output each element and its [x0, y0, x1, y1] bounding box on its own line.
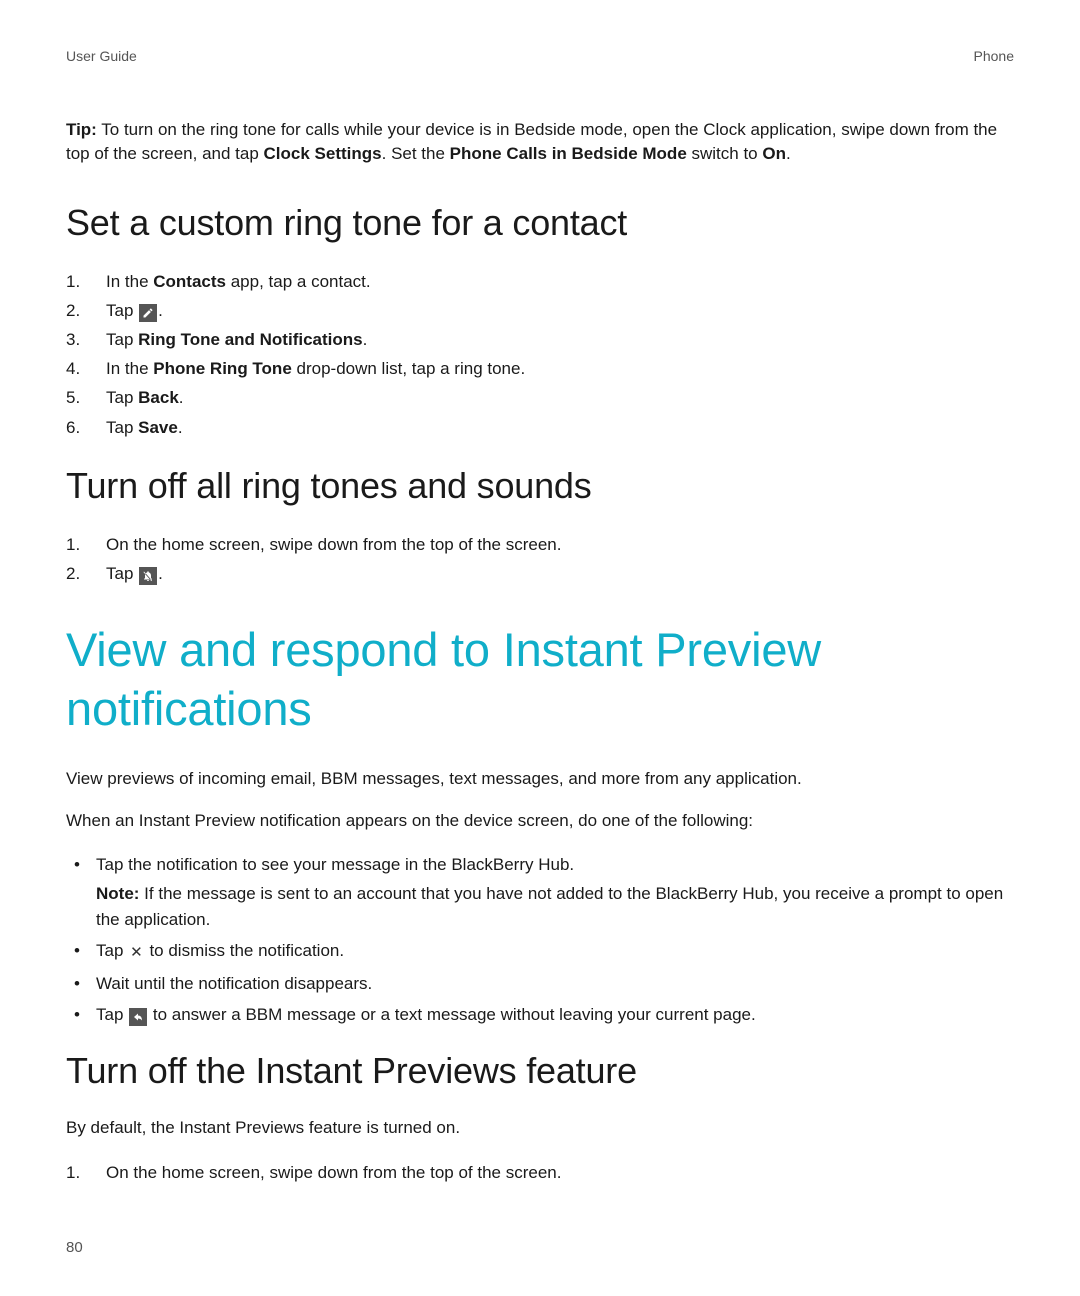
step-item: In the Phone Ring Tone drop-down list, t… [66, 355, 1014, 382]
tip-bold-3: On [762, 144, 786, 163]
section-heading-custom-ring-tone: Set a custom ring tone for a contact [66, 202, 1014, 244]
step-text: drop-down list, tap a ring tone. [292, 359, 525, 378]
steps-turn-off-sounds: On the home screen, swipe down from the … [66, 531, 1014, 587]
bullet-text: to answer a BBM message or a text messag… [148, 1005, 756, 1024]
step-item: On the home screen, swipe down from the … [66, 531, 1014, 558]
step-item: Tap . [66, 560, 1014, 587]
edit-icon [139, 304, 157, 322]
list-item: Tap ✕ to dismiss the notification. [66, 938, 1014, 965]
list-item: Tap the notification to see your message… [66, 852, 1014, 933]
bullet-text: Tap [96, 941, 128, 960]
step-bold: Ring Tone and Notifications [138, 330, 362, 349]
bullet-text: to dismiss the notification. [145, 941, 344, 960]
tip-paragraph: Tip: To turn on the ring tone for calls … [66, 118, 1014, 166]
bullet-text: Tap the notification to see your message… [96, 855, 574, 874]
step-item: In the Contacts app, tap a contact. [66, 268, 1014, 295]
list-item: Wait until the notification disappears. [66, 971, 1014, 997]
step-text: Tap [106, 388, 138, 407]
step-item: Tap Back. [66, 384, 1014, 411]
bullet-text: Tap [96, 1005, 128, 1024]
chapter-paragraph-1: View previews of incoming email, BBM mes… [66, 767, 1014, 792]
step-text: In the [106, 272, 153, 291]
step-text: Tap [106, 330, 138, 349]
step-bold: Back [138, 388, 179, 407]
step-text: . [178, 418, 183, 437]
steps-turn-off-instant-previews: On the home screen, swipe down from the … [66, 1159, 1014, 1186]
note-label: Note: [96, 884, 139, 903]
step-item: Tap Save. [66, 414, 1014, 441]
page-number: 80 [66, 1239, 83, 1256]
note-text: If the message is sent to an account tha… [96, 884, 1003, 929]
note-line: Note: If the message is sent to an accou… [96, 881, 1014, 932]
steps-custom-ring-tone: In the Contacts app, tap a contact. Tap … [66, 268, 1014, 441]
tip-bold-2: Phone Calls in Bedside Mode [450, 144, 687, 163]
step-bold: Phone Ring Tone [153, 359, 292, 378]
header-right: Phone [974, 48, 1014, 64]
tip-text-2: . Set the [382, 144, 450, 163]
close-icon: ✕ [130, 942, 143, 965]
chapter-heading-instant-preview: View and respond to Instant Preview noti… [66, 621, 1014, 739]
step-text: Tap [106, 564, 138, 583]
list-item: Tap to answer a BBM message or a text me… [66, 1002, 1014, 1028]
notifications-off-icon [139, 567, 157, 585]
step-item: Tap Ring Tone and Notifications. [66, 326, 1014, 353]
step-text: . [158, 301, 163, 320]
section3-paragraph: By default, the Instant Previews feature… [66, 1116, 1014, 1141]
step-text: . [363, 330, 368, 349]
page-header: User Guide Phone [66, 48, 1014, 64]
step-text: In the [106, 359, 153, 378]
step-text: Tap [106, 418, 138, 437]
tip-text-4: . [786, 144, 791, 163]
step-text: . [158, 564, 163, 583]
section-heading-turn-off-instant-previews: Turn off the Instant Previews feature [66, 1050, 1014, 1092]
reply-arrow-icon [129, 1008, 147, 1026]
step-item: Tap . [66, 297, 1014, 324]
tip-bold-1: Clock Settings [264, 144, 382, 163]
step-text: Tap [106, 301, 138, 320]
bullets-instant-preview: Tap the notification to see your message… [66, 852, 1014, 1028]
section-heading-turn-off-sounds: Turn off all ring tones and sounds [66, 465, 1014, 507]
tip-text-3: switch to [687, 144, 763, 163]
step-text: app, tap a contact. [226, 272, 371, 291]
step-bold: Contacts [153, 272, 226, 291]
tip-label: Tip: [66, 120, 97, 139]
step-item: On the home screen, swipe down from the … [66, 1159, 1014, 1186]
header-left: User Guide [66, 48, 137, 64]
step-text: . [179, 388, 184, 407]
step-bold: Save [138, 418, 178, 437]
chapter-paragraph-2: When an Instant Preview notification app… [66, 809, 1014, 834]
